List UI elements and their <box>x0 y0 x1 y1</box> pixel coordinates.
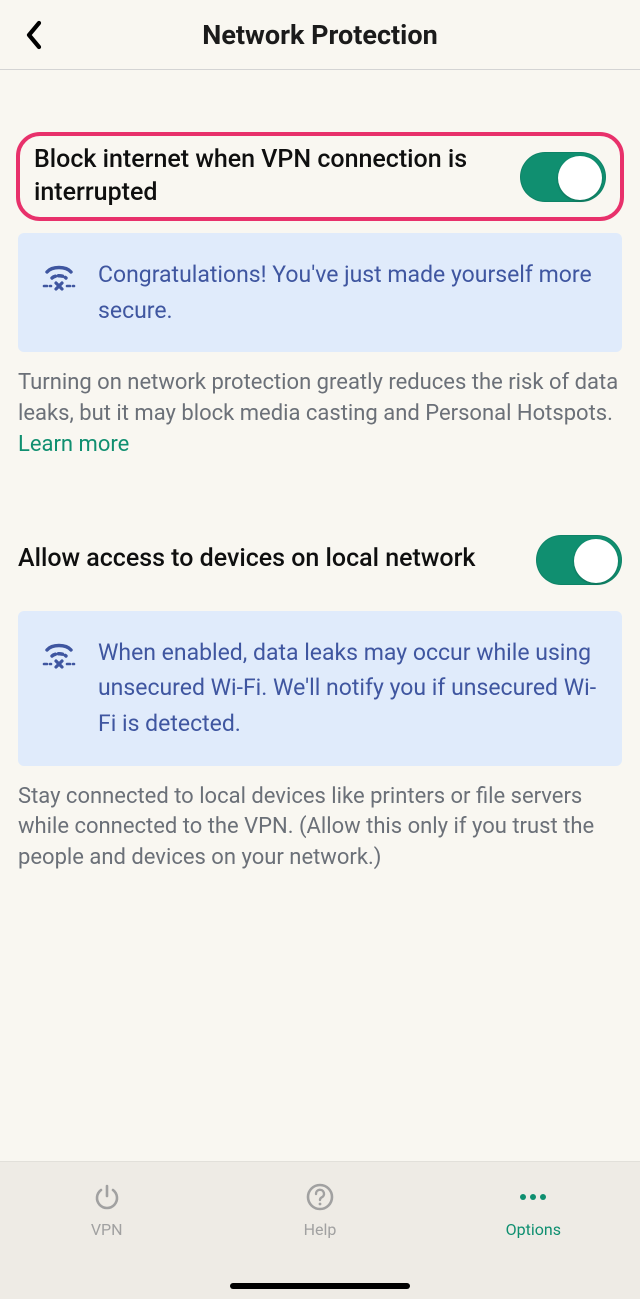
tab-options[interactable]: Options <box>427 1162 640 1299</box>
wifi-off-icon <box>42 261 76 295</box>
setting-block-internet-toggle[interactable] <box>520 152 606 202</box>
more-icon <box>513 1180 553 1214</box>
help-icon <box>305 1180 335 1214</box>
tab-options-label: Options <box>506 1220 561 1239</box>
tab-help[interactable]: Help <box>213 1162 426 1299</box>
setting-allow-local-label: Allow access to devices on local network <box>18 543 520 576</box>
page-title: Network Protection <box>202 19 437 51</box>
wifi-off-icon <box>42 639 76 673</box>
tab-bar: VPN Help Options <box>0 1161 640 1299</box>
setting-allow-local-row: Allow access to devices on local network <box>0 535 640 585</box>
header: Network Protection <box>0 0 640 70</box>
setting-block-internet-highlight: Block internet when VPN connection is in… <box>16 132 624 221</box>
block-internet-callout: Congratulations! You've just made yourse… <box>18 233 622 352</box>
block-internet-desc-text: Turning on network protection greatly re… <box>18 370 618 426</box>
power-icon <box>92 1180 122 1214</box>
allow-local-desc: Stay connected to local devices like pri… <box>18 782 622 874</box>
setting-allow-local-toggle[interactable] <box>536 535 622 585</box>
allow-local-callout: When enabled, data leaks may occur while… <box>18 611 622 766</box>
tab-vpn[interactable]: VPN <box>0 1162 213 1299</box>
setting-block-internet-label: Block internet when VPN connection is in… <box>34 144 504 209</box>
chevron-left-icon <box>25 20 43 50</box>
home-indicator[interactable] <box>230 1283 410 1289</box>
tab-help-label: Help <box>304 1220 337 1239</box>
back-button[interactable] <box>12 13 56 57</box>
tab-vpn-label: VPN <box>91 1220 123 1239</box>
block-internet-desc: Turning on network protection greatly re… <box>18 368 622 460</box>
allow-local-callout-text: When enabled, data leaks may occur while… <box>98 635 598 742</box>
learn-more-link[interactable]: Learn more <box>18 432 129 457</box>
block-internet-callout-text: Congratulations! You've just made yourse… <box>98 257 598 328</box>
